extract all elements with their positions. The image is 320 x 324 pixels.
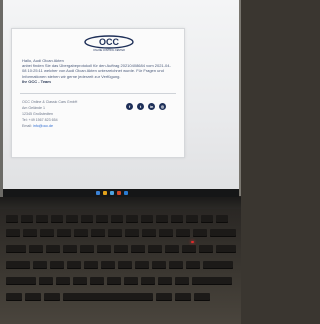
footer-email-label: Email: — [22, 124, 32, 128]
keyboard-top-row — [6, 245, 236, 253]
power-led — [191, 241, 194, 243]
facebook-icon[interactable]: f — [126, 103, 133, 110]
keyboard-bottom-row — [6, 277, 232, 285]
logo-text: OCC — [99, 37, 120, 47]
keyboard-home-row — [6, 261, 233, 269]
taskbar-app-icon[interactable] — [96, 191, 100, 195]
keyboard-number-row — [6, 229, 236, 237]
taskbar-app-icon[interactable] — [124, 191, 128, 195]
email-message: OCC ONLINE CONTROL CENTER Hallo, Audi Ol… — [11, 28, 185, 158]
taskbar-app-icon[interactable] — [110, 191, 114, 195]
social-links: f t in ◎ — [126, 103, 166, 110]
keyboard-space-row — [6, 293, 210, 301]
taskbar — [3, 189, 239, 197]
email-signoff: Ihr OCC - Team — [22, 78, 51, 84]
email-divider — [20, 93, 176, 94]
taskbar-app-icon[interactable] — [117, 191, 121, 195]
laptop-photo: OCC ONLINE CONTROL CENTER Hallo, Audi Ol… — [0, 0, 241, 324]
twitter-icon[interactable]: t — [137, 103, 144, 110]
email-body: Hallo, Audi Olcan Akten anbei finden Sie… — [22, 58, 172, 84]
keyboard-function-row — [6, 215, 228, 223]
footer-email-link[interactable]: info@occ.de — [33, 124, 53, 128]
linkedin-icon[interactable]: in — [148, 103, 155, 110]
instagram-icon[interactable]: ◎ — [159, 103, 166, 110]
laptop-keyboard — [0, 209, 241, 324]
laptop-bezel — [0, 197, 241, 209]
email-paragraph: anbei finden Sie das Übergabeprotokoll f… — [22, 63, 171, 79]
laptop-screen: OCC ONLINE CONTROL CENTER Hallo, Audi Ol… — [3, 0, 239, 196]
email-footer-address: OCC Online & Classic Cars GmbH Am Geländ… — [22, 99, 112, 129]
occ-logo: OCC ONLINE CONTROL CENTER — [84, 35, 134, 52]
footer-email-line: Email: info@occ.de — [22, 123, 112, 129]
taskbar-app-icon[interactable] — [103, 191, 107, 195]
logo-tagline: ONLINE CONTROL CENTER — [93, 49, 125, 52]
